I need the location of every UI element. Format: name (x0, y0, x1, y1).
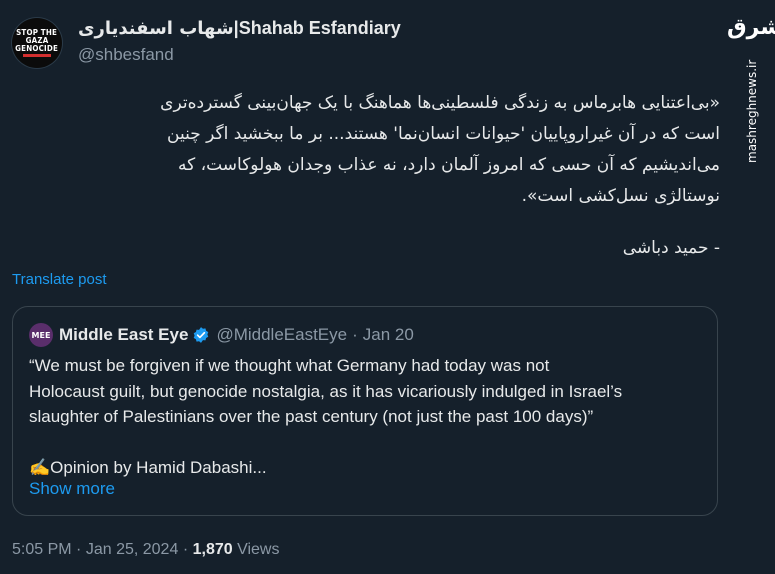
quoted-opinion-line: ✍️Opinion by Hamid Dabashi... (29, 457, 267, 477)
post-line: می‌اندیشیم که آن حسی که امروز آلمان دارد… (178, 155, 720, 175)
quoted-line: Holocaust guilt, but genocide nostalgia,… (29, 381, 623, 401)
post-text: «بی‌اعتنایی هابرماس به زندگی فلسطینی‌ها … (30, 88, 720, 212)
quoted-author-handle[interactable]: @MiddleEastEye (216, 325, 347, 345)
author-handle[interactable]: @shbesfand (78, 45, 174, 65)
author-avatar[interactable]: STOP THE GAZA GENOCIDE (12, 18, 62, 68)
watermark-logo: مشرق (727, 15, 775, 40)
watermark-url: mashreghnews.ir (745, 60, 759, 164)
post-date[interactable]: Jan 25, 2024 (86, 541, 179, 558)
quoted-post-header: MEE Middle East Eye @MiddleEastEye · Jan… (29, 323, 414, 347)
post-line: نوستالژی نسل‌کشی است». (521, 186, 720, 206)
quoted-post-card[interactable]: MEE Middle East Eye @MiddleEastEye · Jan… (12, 306, 718, 516)
quoted-author-name[interactable]: Middle East Eye (59, 325, 188, 345)
quoted-post-text: “We must be forgiven if we thought what … (29, 353, 709, 480)
author-name-fa: شهاب اسفندیاری (78, 18, 234, 39)
post-time[interactable]: 5:05 PM (12, 541, 72, 558)
quoted-separator: · (352, 325, 358, 344)
show-more-link[interactable]: Show more (29, 479, 115, 499)
translate-post-link[interactable]: Translate post (12, 271, 107, 288)
post-line: «بی‌اعتنایی هابرماس به زندگی فلسطینی‌ها … (160, 93, 720, 113)
meta-separator: · (182, 541, 189, 558)
views-label: Views (237, 541, 280, 558)
quoted-line: “We must be forgiven if we thought what … (29, 356, 550, 375)
post-meta: 5:05 PM · Jan 25, 2024 · 1,870 Views (12, 541, 279, 559)
quoted-paragraph-gap (29, 430, 709, 455)
quoted-line: slaughter of Palestinians over the past … (29, 407, 594, 426)
meta-separator: · (76, 541, 82, 558)
avatar-red-bar (23, 54, 51, 57)
author-name[interactable]: شهاب اسفندیاری | Shahab Esfandiary (78, 18, 401, 39)
author-name-en: Shahab Esfandiary (238, 18, 401, 38)
verified-badge-icon (194, 327, 209, 343)
quoted-avatar[interactable]: MEE (29, 323, 53, 347)
avatar-line-3: GENOCIDE (15, 44, 59, 53)
post-line: است که در آن غیراروپاییان 'حیوانات انسان… (167, 124, 720, 144)
post-signature: - حمید دباشی (622, 238, 720, 258)
quoted-date[interactable]: Jan 20 (363, 325, 414, 345)
views-count: 1,870 (192, 541, 233, 558)
